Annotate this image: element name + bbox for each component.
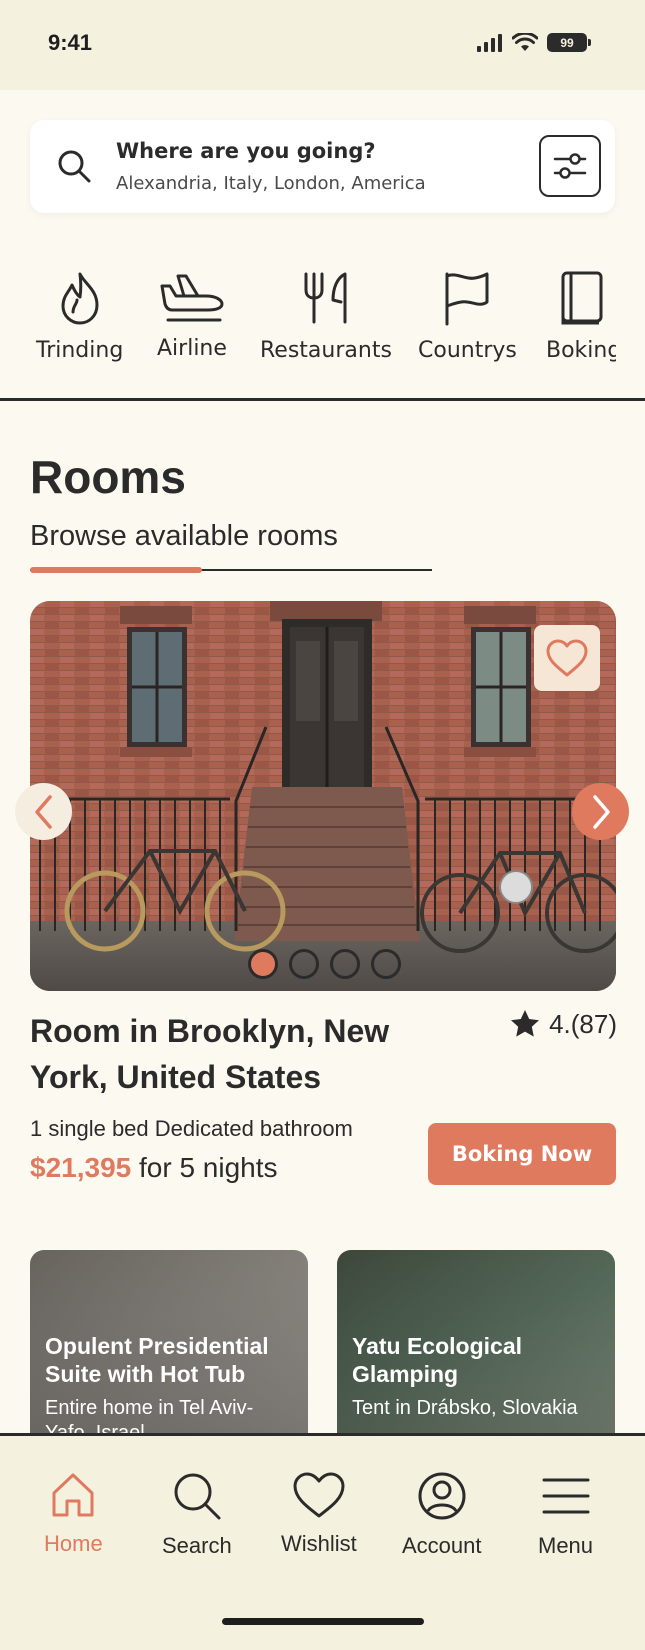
category-divider: [0, 398, 645, 401]
menu-icon: [542, 1478, 590, 1514]
search-bar[interactable]: Where are you going? Alexandria, Italy, …: [30, 120, 615, 213]
page-title: Rooms: [30, 451, 186, 503]
star-icon: [511, 1010, 540, 1037]
category-label: Boking: [546, 338, 616, 363]
listing-card[interactable]: Opulent Presidential Suite with Hot Tub …: [30, 1250, 308, 1440]
search-icon: [58, 150, 91, 183]
listing-subtitle: Tent in Drábsko, Slovakia: [352, 1397, 578, 1419]
category-label: Airline: [157, 336, 227, 361]
category-airline[interactable]: Airline: [157, 270, 227, 361]
status-icons: 99: [477, 33, 591, 52]
home-indicator: [222, 1618, 424, 1625]
room-price: $21,395 for 5 nights: [30, 1152, 278, 1184]
carousel-next-button[interactable]: [572, 783, 629, 840]
category-label: Restaurants: [260, 338, 392, 363]
book-now-button[interactable]: Boking Now: [428, 1123, 616, 1185]
listing-title: Yatu Ecological Glamping: [352, 1333, 522, 1387]
carousel-dot-active[interactable]: [248, 949, 278, 979]
sliders-icon: [553, 153, 587, 179]
wifi-icon: [512, 33, 538, 51]
category-bar: Trinding Airline Restaurants Countrys Bo…: [0, 270, 645, 400]
carousel-pagination: [248, 949, 401, 979]
filter-button[interactable]: [539, 135, 601, 197]
chevron-left-icon: [34, 794, 52, 829]
heart-icon: [293, 1472, 345, 1518]
room-photo: [30, 601, 616, 991]
heart-icon: [546, 639, 588, 677]
signal-icon: [477, 33, 502, 52]
nav-label: Wishlist: [281, 1531, 357, 1556]
search-icon: [174, 1473, 221, 1520]
nav-label: Home: [44, 1531, 103, 1556]
carousel-dot[interactable]: [371, 949, 401, 979]
room-features: 1 single bed Dedicated bathroom: [30, 1116, 353, 1141]
room-rating: 4.(87): [509, 1008, 617, 1040]
search-title: Where are you going?: [116, 139, 376, 163]
category-trending[interactable]: Trinding: [36, 270, 123, 363]
flag-icon: [445, 272, 489, 326]
airplane-icon: [160, 274, 224, 322]
carousel-dot[interactable]: [289, 949, 319, 979]
category-booking[interactable]: Boking: [546, 270, 616, 363]
favorite-button[interactable]: [534, 625, 600, 691]
battery-level: 99: [560, 35, 574, 50]
page-subtitle: Browse available rooms: [30, 520, 338, 552]
category-label: Trinding: [36, 338, 124, 363]
nav-menu[interactable]: Menu: [538, 1471, 593, 1559]
home-icon: [52, 1473, 94, 1517]
nav-home[interactable]: Home: [44, 1471, 103, 1557]
account-icon: [418, 1472, 466, 1520]
nav-label: Account: [402, 1533, 482, 1558]
room-photo-carousel[interactable]: [30, 601, 616, 991]
nav-search[interactable]: Search: [162, 1471, 232, 1559]
flame-icon: [61, 272, 99, 325]
search-subtitle: Alexandria, Italy, London, America: [116, 173, 426, 194]
status-bar: 9:41 99: [0, 0, 645, 90]
nav-account[interactable]: Account: [402, 1471, 482, 1559]
rating-value: 4.(87): [549, 1008, 617, 1039]
carousel-dot[interactable]: [330, 949, 360, 979]
carousel-prev-button[interactable]: [15, 783, 72, 840]
chevron-right-icon: [592, 794, 610, 829]
battery-icon: 99: [547, 33, 591, 52]
book-icon: [561, 271, 603, 325]
nav-label: Search: [162, 1533, 232, 1558]
price-suffix: for 5 nights: [139, 1152, 278, 1183]
listing-card[interactable]: Yatu Ecological Glamping Tent in Drábsko…: [337, 1250, 615, 1440]
nav-wishlist[interactable]: Wishlist: [281, 1471, 357, 1557]
subtitle-underline-accent: [30, 567, 202, 573]
category-restaurants[interactable]: Restaurants: [260, 270, 392, 363]
category-label: Countrys: [418, 338, 517, 363]
fork-knife-icon: [304, 272, 347, 324]
room-title[interactable]: Room in Brooklyn, New York, United State…: [30, 1008, 430, 1100]
price-amount: $21,395: [30, 1152, 132, 1183]
nav-label: Menu: [538, 1533, 594, 1558]
status-time: 9:41: [48, 30, 93, 55]
listing-title: Opulent Presidential Suite with Hot Tub: [45, 1333, 269, 1387]
category-countries[interactable]: Countrys: [418, 270, 517, 363]
